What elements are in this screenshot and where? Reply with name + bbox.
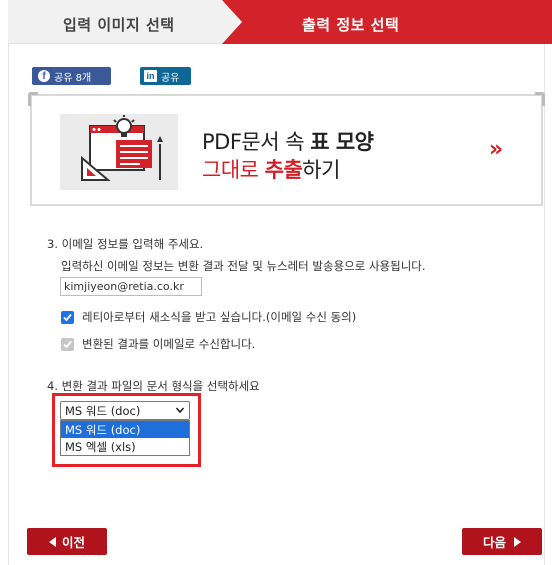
linkedin-icon: in	[144, 70, 157, 82]
facebook-share-label: 공유 8개	[54, 72, 92, 84]
banner-headline-line2: 그대로 추출하기	[202, 154, 340, 184]
double-chevron-right-icon: »	[489, 137, 504, 162]
chevron-down-icon	[175, 407, 185, 414]
receive-result-email-checkbox	[61, 338, 74, 351]
next-button[interactable]: 다음	[462, 528, 542, 555]
next-button-label: 다음	[482, 535, 506, 550]
banner-line1-bold: 표 모양	[310, 130, 374, 154]
format-select[interactable]: MS 워드 (doc)	[60, 401, 190, 420]
newsletter-checkbox[interactable]	[61, 311, 74, 324]
prev-button-label: 이전	[61, 535, 85, 550]
tab-select-input-image[interactable]: 입력 이미지 선택	[8, 0, 238, 44]
tab-select-output-info-label: 출력 정보 선택	[302, 16, 400, 34]
promo-banner[interactable]: PDF문서 속 표 모양 그대로 추출하기 »	[28, 92, 545, 206]
triangle-left-icon	[48, 536, 56, 547]
facebook-share-button[interactable]: f 공유 8개	[32, 67, 111, 85]
banner-line2-red-bold: 추출	[264, 158, 303, 182]
linkedin-share-label: 공유	[161, 72, 180, 84]
tab-select-output-info[interactable]: 출력 정보 선택	[222, 0, 552, 44]
format-select-value: MS 워드 (doc)	[65, 404, 141, 418]
table-extraction-illustration-icon	[60, 114, 178, 190]
email-field[interactable]	[60, 277, 202, 296]
email-question-label: 3. 이메일 정보를 입력해 주세요.	[47, 237, 204, 251]
tab-select-input-image-label: 입력 이미지 선택	[63, 16, 175, 34]
step-tabs: 입력 이미지 선택 출력 정보 선택	[0, 0, 552, 44]
newsletter-checkbox-label[interactable]: 레티아로부터 새소식을 받고 싶습니다.(이메일 수신 동의)	[82, 309, 356, 325]
email-description: 입력하신 이메일 정보는 변환 결과 전달 및 뉴스레터 발송용으로 사용됩니다…	[61, 259, 426, 273]
prev-button[interactable]: 이전	[27, 528, 107, 555]
receive-result-email-label: 변환된 결과를 이메일로 수신합니다.	[82, 337, 256, 351]
banner-line2-red: 그대로	[202, 158, 265, 182]
facebook-icon: f	[38, 70, 50, 82]
format-question-label: 4. 변환 결과 파일의 문서 형식을 선택하세요	[47, 379, 260, 393]
checkmark-icon	[63, 340, 72, 349]
checkmark-icon	[63, 313, 72, 322]
format-option-xls[interactable]: MS 엑셀 (xls)	[61, 438, 189, 455]
panel-right-border	[544, 44, 545, 565]
triangle-right-icon	[514, 536, 521, 547]
format-dropdown-list: MS 워드 (doc) MS 엑셀 (xls)	[60, 420, 190, 456]
banner-corner-right	[535, 92, 545, 106]
linkedin-share-button[interactable]: in 공유	[140, 67, 191, 85]
banner-line1-prefix: PDF문서 속	[202, 130, 311, 154]
format-option-doc[interactable]: MS 워드 (doc)	[61, 421, 189, 438]
panel-left-border	[8, 44, 9, 565]
banner-headline-line1: PDF문서 속 표 모양	[202, 126, 374, 156]
banner-line2-suffix: 하기	[302, 158, 340, 182]
banner-corner-left	[28, 92, 38, 106]
